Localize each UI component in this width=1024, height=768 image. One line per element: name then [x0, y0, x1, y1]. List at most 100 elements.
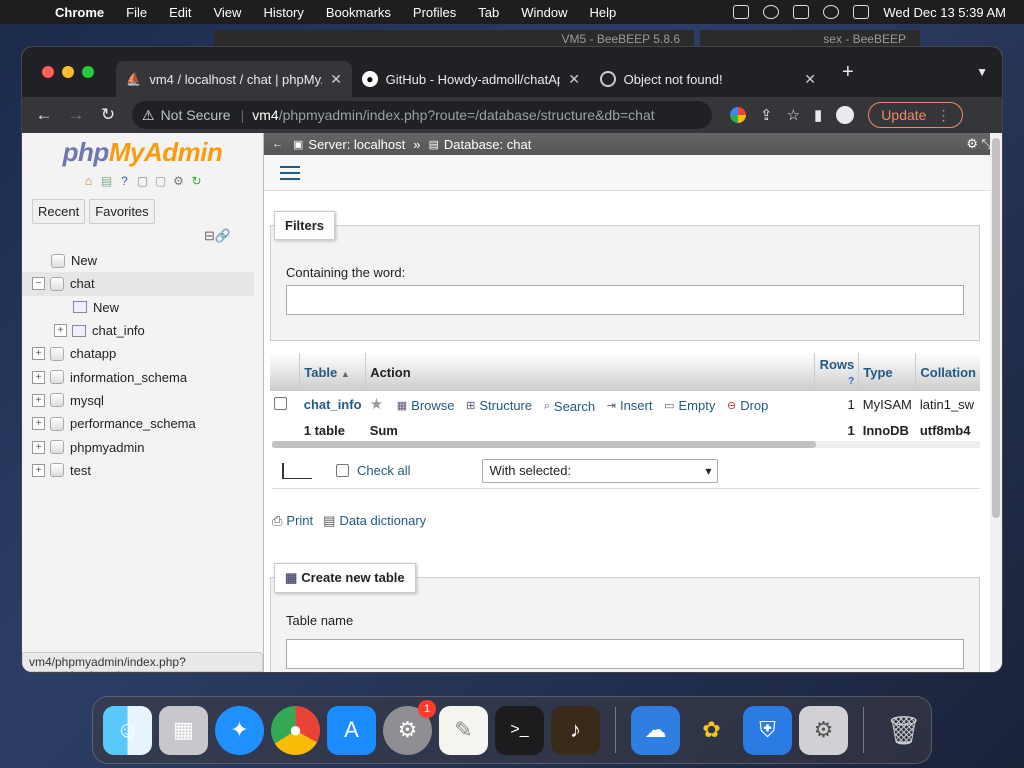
bookmark-star-icon[interactable]: ☆ — [787, 106, 800, 124]
menubar-clock[interactable]: Wed Dec 13 5:39 AM — [883, 5, 1006, 20]
weather-icon[interactable]: ☁ — [631, 705, 680, 755]
app-store-icon[interactable]: A — [327, 705, 376, 755]
update-button[interactable]: Update ⋮ — [868, 102, 964, 128]
menu-edit[interactable]: Edit — [158, 5, 202, 20]
expand-toggle-icon[interactable]: + — [32, 347, 45, 361]
tree-item-test[interactable]: + test — [32, 459, 254, 482]
close-tab-icon[interactable]: ✕ — [568, 71, 580, 88]
reload-nav-icon[interactable]: ↻ — [190, 174, 204, 188]
expand-toggle-icon[interactable]: + — [32, 393, 45, 407]
textedit-icon[interactable]: ✎ — [439, 705, 488, 755]
garageband-icon[interactable]: ♪ — [551, 705, 600, 755]
breadcrumb-database[interactable]: ▤ Database: chat — [428, 137, 531, 152]
tree-item-chat-new[interactable]: New — [32, 296, 254, 319]
vpn-shield-icon[interactable]: ⛨ — [743, 705, 792, 755]
horizontal-scroll-thumb[interactable] — [272, 441, 816, 448]
breadcrumb-server[interactable]: ▣ Server: localhost — [293, 137, 405, 152]
search-action[interactable]: ⌕ Search — [544, 399, 595, 414]
sort-by-type-link[interactable]: Type — [863, 365, 892, 380]
favorite-star-icon[interactable]: ★ — [370, 396, 383, 413]
warning-icon[interactable]: ⚠ — [142, 107, 155, 124]
home-icon[interactable]: ⌂ — [82, 174, 96, 188]
print-link[interactable]: ⎙ Print — [272, 513, 313, 529]
forward-button[interactable]: → — [60, 105, 92, 125]
menu-file[interactable]: File — [115, 5, 158, 20]
check-all-label[interactable]: Check all — [357, 463, 410, 478]
safari-icon[interactable]: ✦ — [215, 705, 264, 755]
chrome-icon[interactable]: ● — [271, 705, 320, 755]
tree-item-label[interactable]: performance_schema — [70, 416, 196, 431]
google-icon[interactable] — [730, 107, 746, 123]
beebeep-icon[interactable]: ✿ — [687, 706, 736, 755]
tree-item-label[interactable]: phpmyadmin — [70, 440, 144, 455]
tree-item-label[interactable]: chat — [70, 276, 95, 291]
not-secure-label[interactable]: Not Secure — [161, 107, 231, 123]
beebeep-status-icon[interactable] — [763, 5, 780, 19]
trash-icon[interactable]: 🗑 — [879, 706, 928, 755]
back-button[interactable]: ← — [28, 105, 60, 125]
tab-github[interactable]: ● GitHub - Howdy-admoll/chatAp ✕ — [352, 61, 590, 97]
launchpad-icon[interactable]: ▦ — [159, 705, 208, 755]
sort-by-table-link[interactable]: Table — [304, 365, 337, 380]
side-panel-icon[interactable]: ▮ — [814, 106, 822, 124]
tree-item-chat-info[interactable]: + chat_info — [32, 319, 254, 342]
favorites-button[interactable]: Favorites — [89, 199, 155, 224]
sort-by-collation-link[interactable]: Collation — [920, 365, 976, 380]
screen-mirroring-icon[interactable] — [793, 5, 810, 19]
menu-bookmarks[interactable]: Bookmarks — [315, 5, 402, 20]
menu-window[interactable]: Window — [510, 5, 578, 20]
terminal-icon[interactable]: >_ — [495, 705, 544, 755]
tree-item-chat[interactable]: − chat — [22, 272, 254, 296]
help-icon[interactable]: ? — [118, 174, 132, 188]
close-tab-icon[interactable]: ✕ — [330, 71, 342, 88]
header-rows[interactable]: Rows? — [814, 353, 860, 391]
docs-icon[interactable]: ▢ — [136, 174, 150, 188]
menu-app-name[interactable]: Chrome — [44, 5, 115, 20]
insert-action[interactable]: ⇥ Insert — [607, 398, 653, 413]
menu-profiles[interactable]: Profiles — [402, 5, 467, 20]
collapse-all-icon[interactable]: ⊟🔗 — [204, 228, 231, 244]
zoom-window-button[interactable] — [82, 66, 94, 78]
expand-toggle-icon[interactable]: + — [32, 440, 45, 454]
tree-item-label[interactable]: mysql — [70, 393, 104, 408]
menu-help[interactable]: Help — [579, 5, 628, 20]
header-type[interactable]: Type — [858, 353, 917, 391]
menu-tab[interactable]: Tab — [467, 5, 510, 20]
close-tab-icon[interactable]: ✕ — [804, 71, 816, 88]
tree-item-label[interactable]: New — [71, 253, 97, 268]
copy-icon[interactable]: ▢ — [154, 174, 168, 188]
share-icon[interactable]: ⇪ — [760, 106, 773, 124]
tab-object-not-found[interactable]: Object not found! ✕ — [590, 61, 826, 97]
tree-item-performance-schema[interactable]: + performance_schema — [32, 412, 254, 435]
expand-toggle-icon[interactable]: + — [32, 463, 45, 477]
rows-help-icon[interactable]: ? — [848, 376, 854, 387]
tree-item-chatapp[interactable]: + chatapp — [32, 342, 254, 365]
settings-gear-icon[interactable]: ⚙ — [172, 174, 186, 188]
reload-button[interactable]: ↻ — [92, 105, 124, 125]
hamburger-menu-icon[interactable] — [280, 165, 300, 180]
recent-button[interactable]: Recent — [32, 199, 86, 224]
background-window-right[interactable]: sex - BeeBEEP — [700, 30, 920, 48]
browse-action[interactable]: ▦ Browse — [397, 398, 455, 413]
phpmyadmin-logo[interactable]: phpMyAdmin — [22, 137, 263, 168]
header-collation[interactable]: Collation — [915, 353, 980, 391]
profile-avatar[interactable] — [836, 106, 855, 124]
drop-action[interactable]: ⊖ Drop — [727, 398, 768, 413]
data-dictionary-link[interactable]: ▤ Data dictionary — [323, 513, 426, 529]
menu-view[interactable]: View — [202, 5, 252, 20]
new-tab-button[interactable]: + — [842, 61, 854, 84]
system-preferences-icon[interactable]: ⚙ 1 — [383, 699, 436, 755]
expand-toggle-icon[interactable]: + — [32, 370, 45, 384]
address-bar[interactable]: ⚠ Not Secure | vm4/phpmyadmin/index.php?… — [132, 101, 712, 129]
expand-toggle-icon[interactable]: + — [54, 324, 67, 338]
page-settings-gear-icon[interactable]: ⚙ ⤡ — [966, 136, 992, 152]
tree-item-information-schema[interactable]: + information_schema — [32, 365, 254, 388]
breadcrumb-server-label[interactable]: Server: localhost — [308, 137, 405, 152]
tab-search-chevron-icon[interactable]: ▼ — [976, 65, 988, 79]
collapse-nav-arrow-icon[interactable]: ← — [272, 138, 283, 150]
tree-item-label[interactable]: chat_info — [92, 323, 145, 338]
minimize-window-button[interactable] — [62, 66, 74, 78]
tree-item-label[interactable]: test — [70, 463, 91, 478]
empty-action[interactable]: ▭ Empty — [664, 398, 715, 413]
expand-toggle-icon[interactable]: + — [32, 417, 45, 431]
